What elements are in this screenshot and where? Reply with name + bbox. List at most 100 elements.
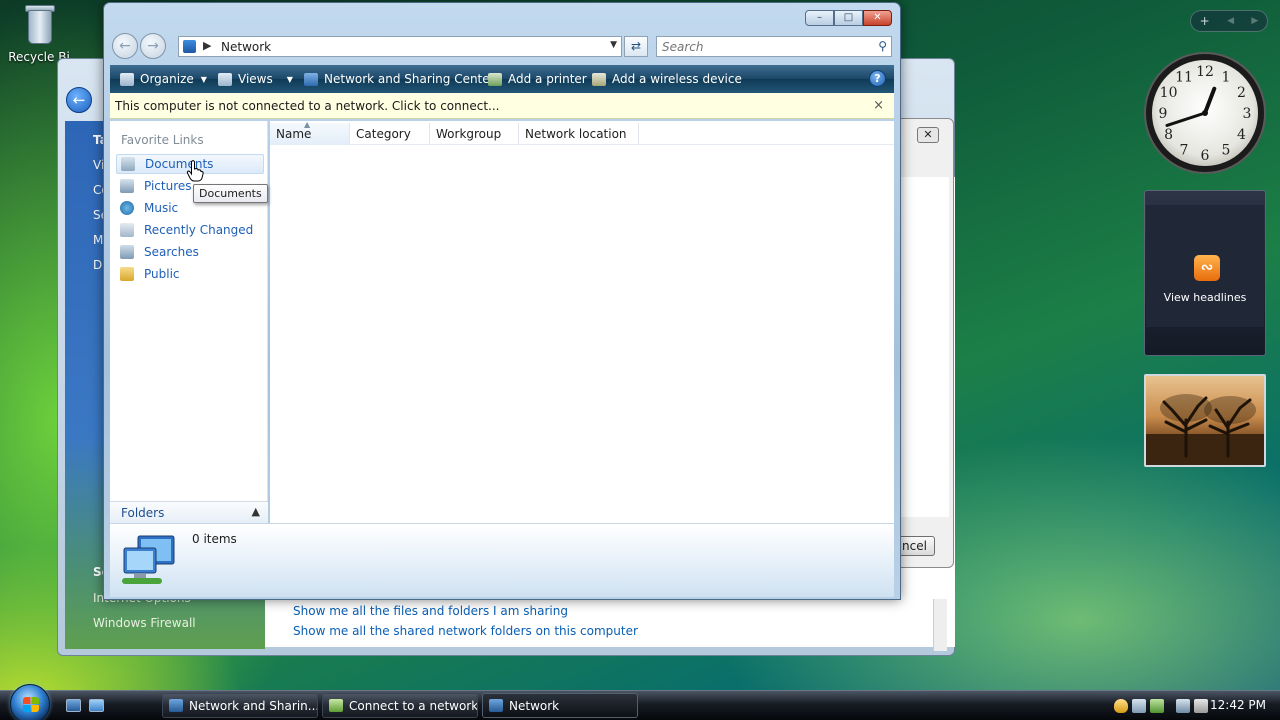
forward-button[interactable]: → bbox=[140, 33, 166, 59]
add-printer-button[interactable]: Add a printer bbox=[488, 72, 587, 86]
next-gadgets-icon[interactable]: ▶ bbox=[1251, 16, 1258, 26]
taskbar: Network and Sharin... Connect to a netwo… bbox=[0, 684, 1280, 720]
connect-to-network-dialog[interactable]: ✕ ncel bbox=[896, 118, 954, 568]
network-icon bbox=[183, 40, 196, 53]
network-sharing-icon bbox=[304, 72, 318, 86]
network-computers-icon bbox=[122, 535, 175, 584]
address-bar[interactable]: ▶ Network ▼ bbox=[178, 36, 622, 57]
folders-label: Folders bbox=[121, 506, 165, 520]
pictures-icon bbox=[120, 179, 134, 193]
clock-numeral: 10 bbox=[1160, 85, 1178, 101]
back-button[interactable]: ← bbox=[112, 33, 138, 59]
search-input[interactable] bbox=[657, 37, 857, 56]
show-desktop-icon[interactable] bbox=[66, 699, 81, 712]
clock-numeral: 3 bbox=[1243, 106, 1252, 122]
favorite-link-public[interactable]: Public bbox=[116, 264, 264, 284]
chevron-up-icon: ▲ bbox=[251, 505, 260, 518]
public-folder-icon bbox=[120, 267, 134, 281]
show-shared-folders-link[interactable]: Show me all the shared network folders o… bbox=[293, 624, 638, 638]
sort-ascending-icon: ▲ bbox=[304, 120, 311, 129]
clock-numeral: 1 bbox=[1222, 70, 1231, 86]
minimize-button[interactable]: – bbox=[805, 10, 834, 26]
taskbar-button-network[interactable]: Network bbox=[482, 693, 638, 718]
printer-icon bbox=[488, 72, 502, 86]
caption-buttons: – □ ✕ bbox=[805, 10, 892, 26]
help-button[interactable]: ? bbox=[869, 70, 886, 87]
switch-windows-icon[interactable] bbox=[89, 699, 104, 712]
network-sharing-center-button[interactable]: Network and Sharing Center bbox=[304, 72, 495, 86]
clock-numeral: 5 bbox=[1222, 142, 1231, 158]
dialog-cancel-button[interactable]: ncel bbox=[897, 536, 935, 556]
clock-numeral: 11 bbox=[1175, 70, 1193, 86]
documents-icon bbox=[121, 157, 135, 171]
favorite-link-searches[interactable]: Searches bbox=[116, 242, 264, 262]
taskbar-button-network-sharing-center[interactable]: Network and Sharin... bbox=[162, 693, 318, 718]
close-button[interactable]: ✕ bbox=[863, 10, 892, 26]
network-explorer-window[interactable]: – □ ✕ ← → ▶ Network ▼ ⇄ ⚲ Organize▼ View… bbox=[103, 2, 901, 600]
search-icon[interactable]: ⚲ bbox=[878, 39, 887, 53]
clock-numeral: 4 bbox=[1237, 127, 1246, 143]
security-shield-icon[interactable] bbox=[1114, 699, 1128, 713]
recently-changed-icon bbox=[120, 223, 134, 237]
windows-logo-icon bbox=[23, 697, 39, 712]
command-bar: Organize ▼ Views ▼ Network and Sharing Cen… bbox=[110, 65, 894, 93]
favorite-link-recently-changed[interactable]: Recently Changed bbox=[116, 220, 264, 240]
add-gadget-button[interactable]: + bbox=[1200, 14, 1210, 28]
column-header-category[interactable]: Category bbox=[350, 123, 430, 145]
dialog-content bbox=[899, 177, 949, 517]
task-pane-item[interactable]: M bbox=[93, 233, 103, 247]
clock-time[interactable]: 12:42 PM bbox=[1210, 698, 1266, 712]
show-shared-files-link[interactable]: Show me all the files and folders I am s… bbox=[293, 604, 568, 618]
clock-numeral: 12 bbox=[1196, 64, 1214, 80]
network-icon bbox=[489, 699, 503, 712]
column-header-workgroup[interactable]: Workgroup bbox=[430, 123, 519, 145]
chevron-down-icon: ▼ bbox=[200, 74, 207, 84]
info-bar-close-icon[interactable]: × bbox=[873, 98, 884, 113]
column-header-network-location[interactable]: Network location bbox=[519, 123, 639, 145]
sidebar-controls: + ◀ ▶ bbox=[1190, 10, 1268, 32]
dialog-close-button[interactable]: ✕ bbox=[917, 127, 939, 143]
wireless-device-icon bbox=[592, 72, 606, 86]
network-tray-icon[interactable] bbox=[1176, 699, 1190, 713]
windows-firewall-link[interactable]: Windows Firewall bbox=[93, 616, 196, 630]
favorite-links-header: Favorite Links bbox=[121, 133, 204, 147]
column-header-name[interactable]: ▲ Name bbox=[270, 120, 350, 145]
tray-app-icon[interactable] bbox=[1132, 699, 1146, 713]
chevron-down-icon: ▼ bbox=[286, 74, 293, 84]
previous-gadgets-icon[interactable]: ◀ bbox=[1227, 16, 1234, 26]
view-headlines-link[interactable]: View headlines bbox=[1146, 291, 1264, 304]
back-window-back-button[interactable]: ← bbox=[66, 87, 92, 113]
clock-numeral: 6 bbox=[1201, 148, 1210, 164]
organize-button[interactable]: Organize ▼ bbox=[120, 72, 207, 86]
music-icon bbox=[120, 201, 134, 215]
clock-numeral: 7 bbox=[1180, 142, 1189, 158]
connect-network-icon bbox=[329, 699, 343, 712]
tray-app-icon[interactable] bbox=[1150, 699, 1164, 713]
details-pane: 0 items bbox=[110, 523, 894, 597]
file-list[interactable]: ▲ Name Category Workgroup Network locati… bbox=[270, 120, 894, 523]
recycle-bin-desktop-icon[interactable]: Recycle Bi bbox=[4, 2, 74, 64]
slideshow-gadget[interactable] bbox=[1144, 374, 1266, 467]
refresh-button[interactable]: ⇄ bbox=[624, 36, 648, 57]
clock-gadget[interactable]: 1234567891011 12 bbox=[1142, 50, 1268, 176]
back-window-scrollbar[interactable] bbox=[933, 599, 947, 651]
info-bar[interactable]: This computer is not connected to a netw… bbox=[110, 93, 894, 119]
folders-toggle[interactable]: Folders ▲ bbox=[110, 501, 268, 523]
breadcrumb-chevron-icon[interactable]: ▶ bbox=[203, 39, 211, 52]
clock-numeral: 2 bbox=[1237, 85, 1246, 101]
views-button[interactable]: Views ▼ bbox=[218, 72, 293, 86]
address-dropdown-icon[interactable]: ▼ bbox=[610, 40, 617, 50]
recycle-bin-icon bbox=[22, 2, 56, 46]
taskbar-button-connect-to-network[interactable]: Connect to a network bbox=[322, 693, 478, 718]
feed-headlines-gadget[interactable]: ∾ View headlines bbox=[1144, 190, 1266, 356]
search-box[interactable]: ⚲ bbox=[656, 36, 892, 57]
breadcrumb-network[interactable]: Network bbox=[221, 40, 271, 54]
info-bar-message[interactable]: This computer is not connected to a netw… bbox=[115, 99, 499, 113]
volume-muted-icon[interactable] bbox=[1194, 699, 1208, 713]
item-count: 0 items bbox=[192, 532, 237, 546]
maximize-button[interactable]: □ bbox=[834, 10, 863, 26]
column-headers: ▲ Name Category Workgroup Network locati… bbox=[270, 120, 894, 145]
add-wireless-device-button[interactable]: Add a wireless device bbox=[592, 72, 742, 86]
network-sharing-icon bbox=[169, 699, 183, 712]
start-button[interactable] bbox=[10, 684, 50, 720]
